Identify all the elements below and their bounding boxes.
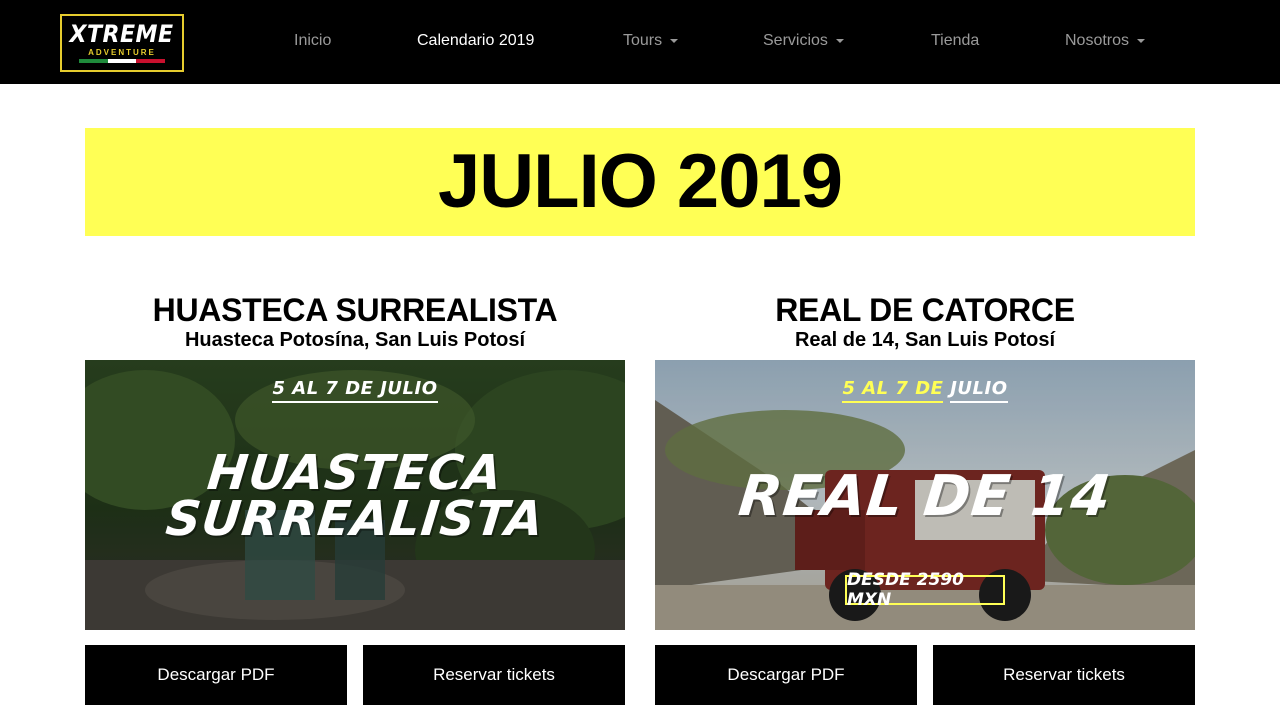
nav-item-inicio[interactable]: Inicio (294, 32, 331, 50)
tour-title: HUASTECA SURREALISTA (152, 292, 558, 328)
caret-down-icon (835, 39, 844, 43)
nav-item-label: Inicio (294, 32, 332, 49)
price-badge: DESDE 2590 MXN (845, 570, 1005, 610)
logo-subtitle: ADVENTURE (88, 48, 156, 57)
nav-item-label: Tienda (931, 32, 980, 49)
tour-image-date: 5 AL 7 DE JULIO (85, 378, 625, 403)
tour-location: Huasteca Potosína, San Luis Potosí (184, 329, 526, 351)
mexico-flag-stripe (79, 59, 166, 63)
site-logo[interactable]: XTREME ADVENTURE (60, 14, 184, 72)
nav-item-tienda[interactable]: Tienda (931, 32, 979, 50)
tour-image-date: 5 AL 7 DE JULIO (655, 378, 1195, 403)
nav-item-label: Servicios (763, 32, 828, 49)
nav-item-calendario[interactable]: Calendario 2019 (417, 32, 534, 50)
book-tickets-button[interactable]: Reservar tickets (363, 645, 625, 705)
tour-title: REAL DE CATORCE (775, 292, 1075, 328)
logo-wordmark: XTREME (70, 20, 174, 48)
tour-image-name: REAL DE 14 (735, 464, 1115, 529)
tour-image-name-line1: HUASTECA (204, 445, 506, 501)
caret-down-icon (670, 39, 679, 43)
nav-item-label: Calendario 2019 (417, 32, 535, 49)
nav-item-servicios[interactable]: Servicios (763, 32, 844, 50)
tour-image[interactable]: 5 AL 7 DE JULIO HUASTECA SURREALISTA (85, 360, 625, 630)
tour-image[interactable]: 5 AL 7 DE JULIO REAL DE 14 DESDE 2590 MX… (655, 360, 1195, 630)
nav-item-label: Tours (623, 32, 663, 49)
tour-location: Real de 14, San Luis Potosí (794, 329, 1056, 351)
month-banner: JULIO 2019 (85, 128, 1195, 236)
caret-down-icon (1137, 39, 1146, 43)
tour-card-huasteca: HUASTECA SURREALISTA Huasteca Potosína, … (85, 290, 625, 705)
tour-card-real-de-catorce: REAL DE CATORCE Real de 14, San Luis Pot… (655, 290, 1195, 705)
month-title: JULIO 2019 (438, 139, 843, 224)
top-navbar: XTREME ADVENTURE Inicio Calendario 2019 … (0, 0, 1280, 84)
download-pdf-button[interactable]: Descargar PDF (655, 645, 917, 705)
download-pdf-button[interactable]: Descargar PDF (85, 645, 347, 705)
nav-item-nosotros[interactable]: Nosotros (1065, 32, 1146, 50)
nav-item-label: Nosotros (1065, 32, 1130, 49)
nav-item-tours[interactable]: Tours (623, 32, 679, 50)
book-tickets-button[interactable]: Reservar tickets (933, 645, 1195, 705)
tour-image-name-line2: SURREALISTA (163, 491, 547, 547)
